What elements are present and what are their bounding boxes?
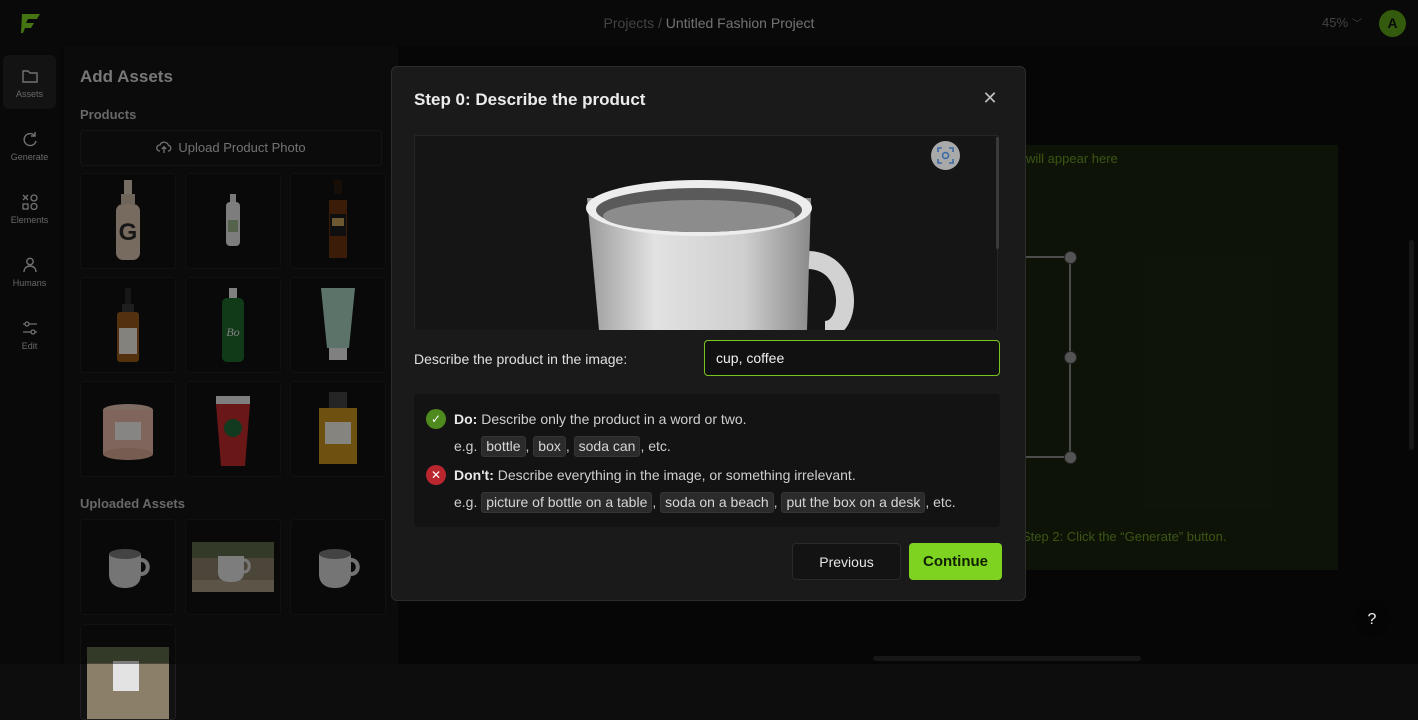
- do-examples: e.g. bottle, box, soda can, etc.: [454, 436, 671, 457]
- check-circle-icon: ✓: [426, 409, 446, 429]
- dont-suffix: , etc.: [925, 494, 956, 510]
- modal-title: Step 0: Describe the product: [414, 90, 646, 109]
- example-chip: soda on a beach: [660, 492, 774, 513]
- describe-product-label: Describe the product in the image:: [414, 351, 628, 367]
- dont-prefix: e.g.: [454, 494, 482, 510]
- dont-examples: e.g. picture of bottle on a table, soda …: [454, 492, 956, 513]
- dont-tip: Don't: Describe everything in the image,…: [454, 467, 856, 483]
- example-chip: bottle: [481, 436, 526, 457]
- close-icon[interactable]: ✕: [981, 89, 999, 107]
- do-suffix: , etc.: [640, 438, 671, 454]
- example-chip: box: [533, 436, 566, 457]
- x-circle-icon: ✕: [426, 465, 446, 485]
- dont-heading: Don't:: [454, 467, 494, 483]
- preview-scrollbar[interactable]: [996, 137, 999, 249]
- do-tip: Do: Describe only the product in a word …: [454, 411, 747, 427]
- previous-button[interactable]: Previous: [792, 543, 901, 580]
- help-button[interactable]: ?: [1354, 601, 1390, 637]
- example-chip: soda can: [573, 436, 641, 457]
- focus-scan-icon[interactable]: [931, 141, 960, 170]
- product-preview: [414, 135, 998, 330]
- mug-preview-image: [586, 180, 854, 330]
- product-description-input[interactable]: [704, 340, 1000, 376]
- do-text: Describe only the product in a word or t…: [477, 411, 747, 427]
- description-tips: ✓ Do: Describe only the product in a wor…: [414, 394, 1000, 527]
- do-prefix: e.g.: [454, 438, 482, 454]
- continue-button[interactable]: Continue: [909, 543, 1002, 580]
- dont-text: Describe everything in the image, or som…: [493, 467, 856, 483]
- example-chip: put the box on a desk: [781, 492, 926, 513]
- example-chip: picture of bottle on a table: [481, 492, 653, 513]
- describe-product-modal: Step 0: Describe the product ✕ Describe …: [391, 66, 1026, 601]
- do-heading: Do:: [454, 411, 478, 427]
